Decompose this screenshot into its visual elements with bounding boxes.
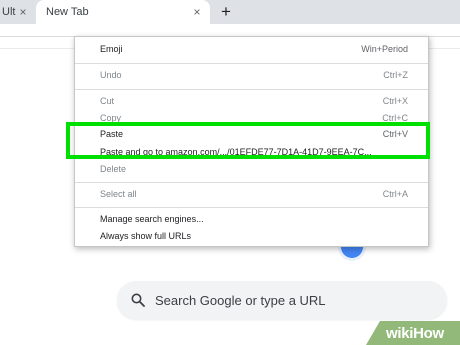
search-box[interactable]: Search Google or type a URL — [117, 281, 447, 319]
menu-item-undo[interactable]: Undo Ctrl+Z — [75, 64, 428, 86]
menu-item-shortcut: Win+Period — [361, 44, 408, 54]
tab-label: New Tab — [46, 6, 89, 18]
highlight-box — [66, 122, 430, 159]
search-placeholder: Search Google or type a URL — [155, 292, 326, 308]
search-icon — [131, 293, 145, 307]
tab-new-tab[interactable]: New Tab × — [36, 0, 210, 24]
menu-item-select-all[interactable]: Select all Ctrl+A — [75, 183, 428, 205]
menu-item-emoji[interactable]: Emoji Win+Period — [75, 38, 428, 60]
tab-close-icon[interactable]: × — [16, 4, 30, 20]
menu-item-label: Emoji — [100, 44, 123, 54]
menu-item-label: Delete — [100, 164, 127, 174]
menu-item-label: Select all — [100, 189, 137, 199]
tab-strip: Ult × New Tab × + — [0, 0, 460, 24]
menu-item-label: Undo — [100, 70, 122, 80]
wikihow-logo: wikiHow — [366, 321, 460, 345]
tab-close-icon[interactable]: × — [190, 4, 204, 20]
menu-item-shortcut: Ctrl+A — [382, 189, 408, 199]
menu-item-shortcut: Ctrl+Z — [383, 70, 408, 80]
menu-item-label: Always show full URLs — [100, 231, 192, 241]
wikihow-watermark-text: wikiHow — [386, 325, 444, 342]
tab-label: Ult — [2, 6, 16, 18]
menu-item-always-show-full-urls[interactable]: Always show full URLs — [75, 225, 428, 247]
tab-inactive[interactable]: Ult × — [0, 0, 36, 24]
new-tab-button[interactable]: + — [216, 2, 236, 22]
menu-item-delete[interactable]: Delete — [75, 158, 428, 180]
